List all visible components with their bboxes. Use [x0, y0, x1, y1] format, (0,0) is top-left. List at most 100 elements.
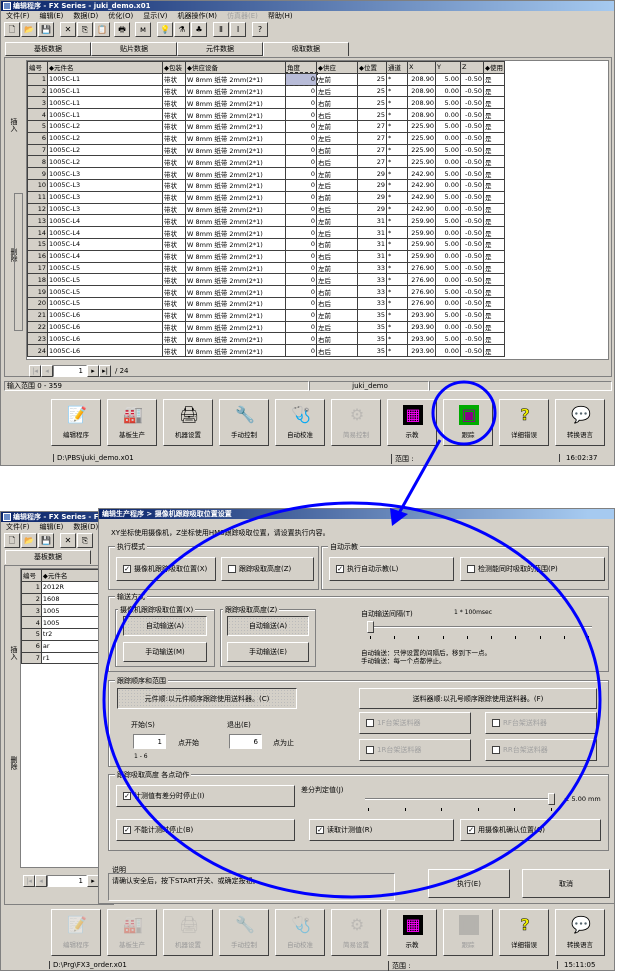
table-cell[interactable]: 1 [21, 580, 42, 594]
table-cell[interactable]: * [386, 249, 408, 263]
table-cell[interactable]: 是 [483, 202, 505, 216]
table-cell[interactable]: * [386, 214, 408, 228]
track-height-checkbox[interactable]: 跟踪吸取高度(Z) [221, 557, 314, 581]
print-button[interactable]: 🖶 [114, 22, 130, 37]
table-cell[interactable]: 1005C-L5 [47, 296, 163, 310]
table-cell[interactable]: * [386, 237, 408, 251]
table-cell[interactable]: 25 [357, 96, 387, 110]
teach-button[interactable]: ▦ 示教 [387, 399, 437, 446]
side-splitter[interactable] [14, 193, 23, 331]
feeder-rf-checkbox[interactable]: RF台架送料器 [485, 712, 597, 734]
column-header[interactable]: Z [460, 61, 484, 74]
table-cell[interactable]: 5.00 [435, 285, 461, 298]
table-cell[interactable]: 是 [483, 308, 505, 322]
find-button[interactable]: ᴍ [135, 22, 151, 37]
table-cell[interactable]: 右前 [316, 190, 358, 204]
table-cell[interactable]: 1005C-L2 [47, 119, 163, 133]
table-cell[interactable]: -0.50 [460, 178, 484, 192]
table-cell[interactable]: 带状 [162, 332, 186, 346]
table-cell[interactable]: 带状 [162, 308, 186, 322]
table-cell[interactable]: 是 [483, 344, 505, 357]
table-cell[interactable]: 208.90 [407, 72, 436, 86]
table-cell[interactable]: 带状 [162, 237, 186, 251]
table-cell[interactable]: 0 [285, 285, 317, 298]
run-auto-teach-checkbox[interactable]: ✓ 执行自动示教(L) [329, 557, 454, 581]
table-cell[interactable]: 242.90 [407, 202, 436, 216]
table-cell[interactable]: 27 [357, 131, 387, 145]
menu-item[interactable]: 优化(O) [108, 12, 133, 20]
table-cell[interactable]: 0 [285, 237, 317, 251]
table-cell[interactable]: 29 [357, 167, 387, 180]
table-cell[interactable]: 0.00 [435, 296, 461, 310]
end-input[interactable]: 6 [229, 734, 262, 749]
table-cell[interactable]: 1005C-L5 [47, 285, 163, 298]
save-button[interactable]: 💾 [38, 22, 54, 37]
table-cell[interactable]: 0 [284, 72, 318, 87]
table-cell[interactable]: 1005C-L2 [47, 131, 163, 145]
table-cell[interactable]: * [386, 119, 408, 133]
column-header[interactable]: ◆使用 [483, 61, 505, 74]
table-cell[interactable]: 带状 [162, 226, 186, 239]
table-cell[interactable]: 右前 [316, 237, 358, 251]
table-cell[interactable]: 14 [27, 226, 48, 239]
table-cell[interactable]: 31 [357, 214, 387, 228]
table-cell[interactable]: 右后 [316, 108, 358, 121]
table-row[interactable]: 6 1005C-L2 带状 W 8mm 纸带 2mm(2*1) 0 左后 27 * 225.90… [27, 131, 505, 145]
table-cell[interactable]: * [386, 273, 408, 287]
table-cell[interactable]: 5 [21, 627, 42, 641]
question-button[interactable]: ? 详细错误 [499, 909, 549, 956]
table-row[interactable]: 19 1005C-L5 带状 W 8mm 纸带 2mm(2*1) 0 右前 33 * 276.9… [27, 285, 505, 298]
table-cell[interactable]: 1005C-L1 [47, 72, 163, 86]
table-cell[interactable]: 是 [483, 119, 505, 133]
menu-item[interactable]: 仿真器(E) [227, 12, 258, 20]
table-cell[interactable]: 293.90 [407, 308, 436, 322]
table-cell[interactable]: W 8mm 纸带 2mm(2*1) [185, 249, 286, 263]
table-row[interactable]: 2 1005C-L1 带状 W 8mm 纸带 2mm(2*1) 0 左后 25 * 208.90… [27, 84, 505, 98]
table-cell[interactable]: 3 [21, 604, 42, 618]
table-cell[interactable]: 27 [357, 119, 387, 133]
table-cell[interactable]: 23 [27, 332, 48, 346]
table-cell[interactable]: 1005C-L4 [47, 237, 163, 251]
auto-calibrate-button[interactable]: 🩺 自动校准 [275, 909, 325, 956]
table-cell[interactable]: 33 [357, 285, 387, 298]
table-cell[interactable]: 1005C-L4 [47, 226, 163, 239]
table-cell[interactable]: 25 [357, 108, 387, 121]
prev-record-button[interactable]: ◂ [35, 875, 47, 887]
table-cell[interactable]: 带状 [162, 285, 186, 298]
table-row[interactable]: 18 1005C-L5 带状 W 8mm 纸带 2mm(2*1) 0 左后 33 * 276.9… [27, 273, 505, 287]
manual-transport-height-button[interactable]: 手动输送(E) [227, 642, 309, 662]
new-button[interactable]: 🗋 [4, 533, 20, 548]
open-button[interactable]: 📂 [21, 22, 37, 37]
table-cell[interactable]: W 8mm 纸带 2mm(2*1) [185, 285, 286, 298]
table-cell[interactable]: -0.50 [460, 226, 484, 239]
table-cell[interactable]: 带状 [162, 178, 186, 192]
table-cell[interactable]: 右前 [316, 96, 358, 110]
column-header[interactable]: ◆供应 [316, 61, 358, 74]
table-cell[interactable]: 208.90 [407, 84, 436, 98]
table-cell[interactable]: 13 [27, 214, 48, 228]
trace-button[interactable]: ▣ 跟踪 [443, 909, 493, 956]
table-cell[interactable]: -0.50 [460, 332, 484, 346]
language-button[interactable]: 💬 转换语言 [555, 909, 605, 956]
auto-transport-button[interactable]: 自动输送(A) [123, 616, 207, 636]
table-cell[interactable]: * [386, 226, 408, 239]
table-cell[interactable]: 带状 [162, 167, 186, 180]
machine-setup-button[interactable]: 🖨 机器设置 [163, 909, 213, 956]
table-cell[interactable]: 9 [27, 167, 48, 180]
table-cell[interactable]: 5.00 [435, 308, 461, 322]
record-number-input[interactable]: 1 [53, 365, 87, 377]
table-row[interactable]: 23 1005C-L6 带状 W 8mm 纸带 2mm(2*1) 0 右前 35 * 293.9… [27, 332, 505, 346]
table-cell[interactable]: 2 [21, 592, 42, 606]
table-cell[interactable]: 1005C-L3 [47, 202, 163, 216]
table-cell[interactable]: 33 [357, 273, 387, 287]
table-cell[interactable]: 5.00 [435, 261, 461, 275]
menu-item[interactable]: 编辑(E) [40, 12, 64, 20]
table-cell[interactable]: 右前 [316, 143, 358, 157]
side-label-delete[interactable]: 删除 [9, 756, 19, 770]
table-cell[interactable]: 21 [27, 308, 48, 322]
execute-button[interactable]: 执行(E) [428, 869, 510, 898]
table-cell[interactable]: 8 [27, 155, 48, 169]
table-cell[interactable]: 1005C-L2 [47, 155, 163, 169]
table-cell[interactable]: 左前 [316, 167, 358, 180]
align-y-button[interactable]: Ⅰ [230, 22, 246, 37]
